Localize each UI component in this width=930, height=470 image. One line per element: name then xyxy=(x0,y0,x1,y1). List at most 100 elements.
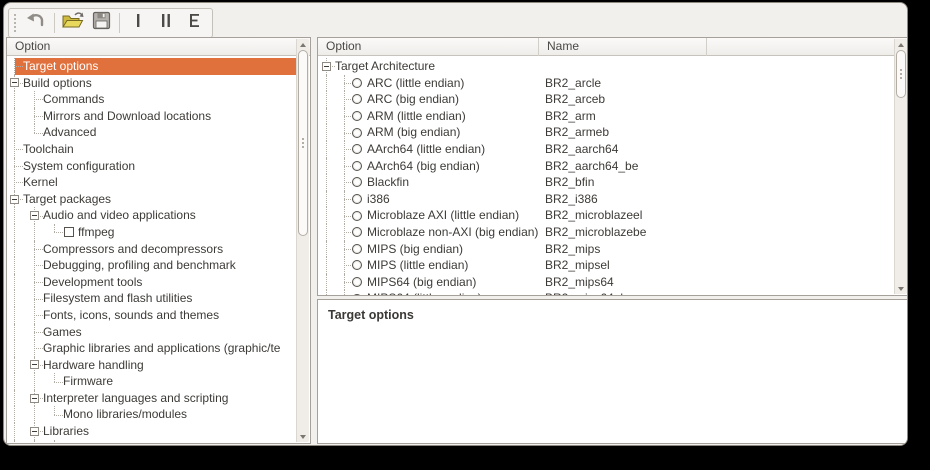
tree-item-label: Target options xyxy=(23,58,98,75)
radio-button-icon[interactable] xyxy=(352,144,362,154)
option-tree-row[interactable]: Audio/Sound xyxy=(7,440,296,443)
architecture-row[interactable]: ARM (little endian)BR2_arm xyxy=(318,108,894,125)
toolbar-drag-handle[interactable] xyxy=(14,14,18,32)
architecture-row[interactable]: ARC (little endian)BR2_arcle xyxy=(318,75,894,92)
radio-button-icon[interactable] xyxy=(352,177,362,187)
architecture-row[interactable]: Microblaze non-AXI (big endian)BR2_micro… xyxy=(318,224,894,241)
radio-button-icon[interactable] xyxy=(352,211,362,221)
radio-button-icon[interactable] xyxy=(352,128,362,138)
tree-item-label: Target Architecture xyxy=(335,58,435,75)
right-scrollbar-thumb[interactable] xyxy=(896,50,906,98)
option-tree-row[interactable]: ffmpeg xyxy=(7,224,296,241)
radio-button-icon[interactable] xyxy=(352,277,362,287)
option-tree-row[interactable]: Interpreter languages and scripting xyxy=(7,390,296,407)
tree-item-label: MIPS (little endian) xyxy=(367,257,468,274)
back-button[interactable] xyxy=(22,11,50,35)
collapse-expander-icon[interactable] xyxy=(10,78,19,87)
radio-button-icon[interactable] xyxy=(352,78,362,88)
back-arrow-icon xyxy=(25,12,47,34)
toolbar xyxy=(8,8,213,38)
radio-button-icon[interactable] xyxy=(352,161,362,171)
architecture-row[interactable]: ARM (big endian)BR2_armeb xyxy=(318,124,894,141)
architecture-row[interactable]: Target Architecture xyxy=(318,58,894,75)
right-name-column-header[interactable]: Name xyxy=(539,38,707,56)
architecture-row[interactable]: MIPS (big endian)BR2_mips xyxy=(318,241,894,258)
load-button[interactable] xyxy=(59,11,87,35)
architecture-row[interactable]: AArch64 (big endian)BR2_aarch64_be xyxy=(318,158,894,175)
tree-trunk-line xyxy=(326,75,327,92)
architecture-row[interactable]: BlackfinBR2_bfin xyxy=(318,174,894,191)
radio-button-icon[interactable] xyxy=(352,260,362,270)
architecture-row[interactable]: i386BR2_i386 xyxy=(318,191,894,208)
option-tree-row[interactable]: Compressors and decompressors xyxy=(7,241,296,258)
option-tree-row[interactable]: Target packages xyxy=(7,191,296,208)
minus-glyph xyxy=(12,82,17,83)
checkbox-icon[interactable] xyxy=(64,227,74,237)
radio-button-icon[interactable] xyxy=(352,294,362,295)
scroll-down-icon[interactable] xyxy=(895,284,907,293)
symbol-name: BR2_mips64 xyxy=(545,274,614,291)
tree-connector-line xyxy=(54,382,63,383)
collapse-expander-icon[interactable] xyxy=(30,394,39,403)
architecture-row[interactable]: MIPS64 (big endian)BR2_mips64 xyxy=(318,274,894,291)
architecture-row[interactable]: Microblaze AXI (little endian)BR2_microb… xyxy=(318,207,894,224)
open-folder-icon xyxy=(61,11,85,35)
right-pane-scrollbar[interactable] xyxy=(894,39,907,294)
option-tree-row[interactable]: Development tools xyxy=(7,274,296,291)
collapse-expander-icon[interactable] xyxy=(10,195,19,204)
single-view-button[interactable] xyxy=(124,11,152,35)
right-empty-column-header[interactable] xyxy=(707,38,908,56)
option-tree-row[interactable]: Graphic libraries and applications (grap… xyxy=(7,340,296,357)
option-tree-row[interactable]: Games xyxy=(7,324,296,341)
architecture-row[interactable]: AArch64 (little endian)BR2_aarch64 xyxy=(318,141,894,158)
option-tree-row[interactable]: System configuration xyxy=(7,158,296,175)
option-tree-row[interactable]: Filesystem and flash utilities xyxy=(7,290,296,307)
option-tree-row[interactable]: Toolchain xyxy=(7,141,296,158)
tree-connector-line xyxy=(34,265,43,266)
architecture-row[interactable]: MIPS64 (little endian)BR2_mips64el xyxy=(318,290,894,295)
option-tree-row[interactable]: Audio and video applications xyxy=(7,207,296,224)
option-tree-row[interactable]: Advanced xyxy=(7,124,296,141)
scroll-up-icon[interactable] xyxy=(297,40,309,49)
architecture-tree: Target ArchitectureARC (little endian)BR… xyxy=(318,56,894,295)
scroll-down-icon[interactable] xyxy=(297,432,309,441)
tree-item-label: ARM (little endian) xyxy=(367,108,466,125)
architecture-row[interactable]: ARC (big endian)BR2_arceb xyxy=(318,91,894,108)
option-tree-row[interactable]: Firmware xyxy=(7,373,296,390)
scroll-up-icon[interactable] xyxy=(895,40,907,49)
tree-trunk-line xyxy=(14,290,15,307)
option-tree-row[interactable]: Mirrors and Download locations xyxy=(7,108,296,125)
option-tree-row[interactable]: Target options xyxy=(7,58,296,75)
right-option-column-header[interactable]: Option xyxy=(318,38,539,56)
save-button[interactable] xyxy=(87,11,115,35)
radio-button-icon[interactable] xyxy=(352,244,362,254)
option-tree-row[interactable]: Libraries xyxy=(7,423,296,440)
tree-trunk-line xyxy=(14,307,15,324)
option-tree-row[interactable]: Kernel xyxy=(7,174,296,191)
symbol-name: BR2_mips64el xyxy=(545,290,623,295)
tree-connector-line xyxy=(344,290,345,295)
split-view-button[interactable] xyxy=(152,11,180,35)
minus-glyph xyxy=(12,199,17,200)
radio-button-icon[interactable] xyxy=(352,194,362,204)
collapse-expander-icon[interactable] xyxy=(30,360,39,369)
left-pane-scrollbar[interactable] xyxy=(296,39,309,442)
left-pane-header: Option xyxy=(7,38,310,56)
collapse-expander-icon[interactable] xyxy=(30,211,39,220)
collapse-expander-icon[interactable] xyxy=(322,62,331,71)
left-option-column-header[interactable]: Option xyxy=(7,38,310,56)
option-tree-row[interactable]: Commands xyxy=(7,91,296,108)
symbol-name: BR2_microblazeel xyxy=(545,207,642,224)
option-tree-row[interactable]: Hardware handling xyxy=(7,357,296,374)
option-tree-row[interactable]: Fonts, icons, sounds and themes xyxy=(7,307,296,324)
collapse-expander-icon[interactable] xyxy=(30,427,39,436)
radio-button-icon[interactable] xyxy=(352,111,362,121)
option-tree-row[interactable]: Debugging, profiling and benchmark xyxy=(7,257,296,274)
radio-button-icon[interactable] xyxy=(352,227,362,237)
architecture-row[interactable]: MIPS (little endian)BR2_mipsel xyxy=(318,257,894,274)
option-tree-row[interactable]: Build options xyxy=(7,75,296,92)
radio-button-icon[interactable] xyxy=(352,94,362,104)
left-scrollbar-thumb[interactable] xyxy=(298,50,308,236)
full-view-button[interactable] xyxy=(180,11,208,35)
option-tree-row[interactable]: Mono libraries/modules xyxy=(7,406,296,423)
